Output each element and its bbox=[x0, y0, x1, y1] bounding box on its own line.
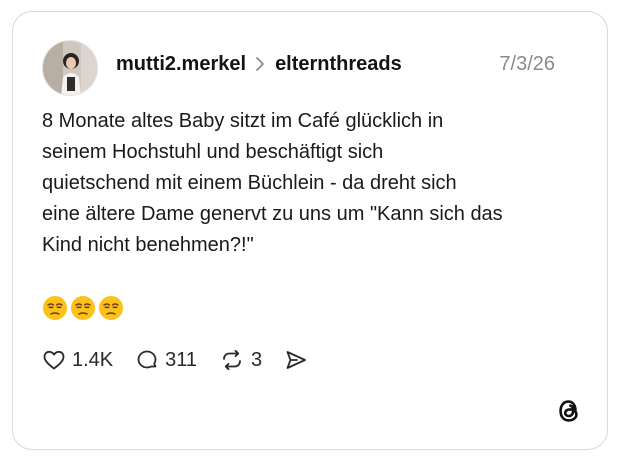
unamused-face-icon bbox=[43, 296, 67, 320]
reply-count: 311 bbox=[165, 348, 198, 371]
like-button[interactable]: 1.4K bbox=[42, 348, 113, 372]
threads-logo-icon bbox=[559, 400, 578, 422]
post-date: 7/3/26 bbox=[499, 53, 555, 75]
send-icon bbox=[286, 351, 307, 369]
share-button[interactable] bbox=[284, 348, 308, 372]
username-link[interactable]: mutti2.merkel bbox=[116, 53, 246, 76]
like-count: 1.4K bbox=[72, 348, 114, 371]
community-link[interactable]: elternthreads bbox=[275, 53, 402, 76]
repost-button[interactable]: 3 bbox=[219, 348, 262, 372]
post-header: mutti2.merkel elternthreads bbox=[116, 49, 402, 79]
avatar[interactable] bbox=[42, 40, 98, 96]
post-card[interactable]: mutti2.merkel elternthreads 7/3/26 8 Mon… bbox=[12, 11, 608, 450]
chevron-right-icon bbox=[255, 56, 265, 72]
unamused-face-icon bbox=[71, 296, 95, 320]
post-actions: 1.4K 311 3 bbox=[42, 344, 330, 376]
reply-button[interactable]: 311 bbox=[135, 348, 197, 372]
repost-count: 3 bbox=[251, 348, 263, 371]
emoji-row bbox=[42, 295, 124, 321]
unamused-face-icon bbox=[99, 296, 123, 320]
post-text: 8 Monate altes Baby sitzt im Café glückl… bbox=[42, 110, 503, 256]
heart-icon bbox=[43, 350, 65, 370]
repost-icon bbox=[223, 349, 241, 371]
speech-bubble-icon bbox=[137, 350, 157, 369]
